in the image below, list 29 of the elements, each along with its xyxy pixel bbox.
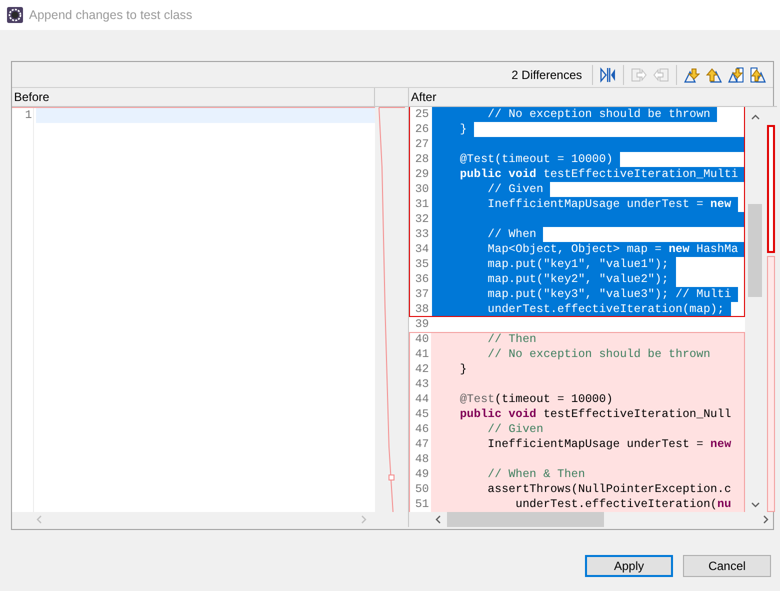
- difference-marker[interactable]: [767, 256, 776, 512]
- scroll-up-icon[interactable]: [750, 114, 760, 120]
- scroll-left-icon[interactable]: [435, 515, 441, 524]
- code-line: underTest.effectiveIteration(nu: [514, 497, 732, 512]
- app-icon: [7, 7, 23, 23]
- code-line: // When & Then: [486, 467, 586, 482]
- down-arrow-icon[interactable]: [683, 66, 701, 84]
- up-arrow-icon[interactable]: [749, 66, 767, 84]
- window-title: Append changes to test class: [29, 8, 192, 22]
- scroll-down-icon[interactable]: [750, 502, 760, 508]
- down-arrow-icon[interactable]: [727, 66, 745, 84]
- dialog-button[interactable]: Cancel: [683, 555, 771, 577]
- scroll-thumb[interactable]: [447, 512, 604, 527]
- code-line: assertThrows(NullPointerException.c: [486, 482, 732, 497]
- difference-marker[interactable]: [767, 125, 776, 253]
- code-line: // No exception should be thrown: [486, 347, 710, 362]
- code-line: }: [458, 362, 467, 377]
- differences-count: 2 Differences: [512, 68, 582, 82]
- code-line: // Given: [486, 422, 544, 437]
- scroll-thumb[interactable]: [748, 204, 762, 297]
- code-line: // Then: [486, 332, 536, 347]
- up-arrow-icon[interactable]: [705, 66, 723, 84]
- code-line: public void testEffectiveIteration_Null: [458, 407, 732, 422]
- code-line: @Test(timeout = 10000): [458, 392, 613, 407]
- compare-icon[interactable]: [599, 66, 617, 84]
- line-number: 1: [25, 108, 32, 123]
- scroll-right-icon[interactable]: [763, 515, 770, 524]
- dialog-button[interactable]: Apply: [585, 555, 673, 577]
- code-line: InefficientMapUsage underTest = new: [486, 437, 732, 452]
